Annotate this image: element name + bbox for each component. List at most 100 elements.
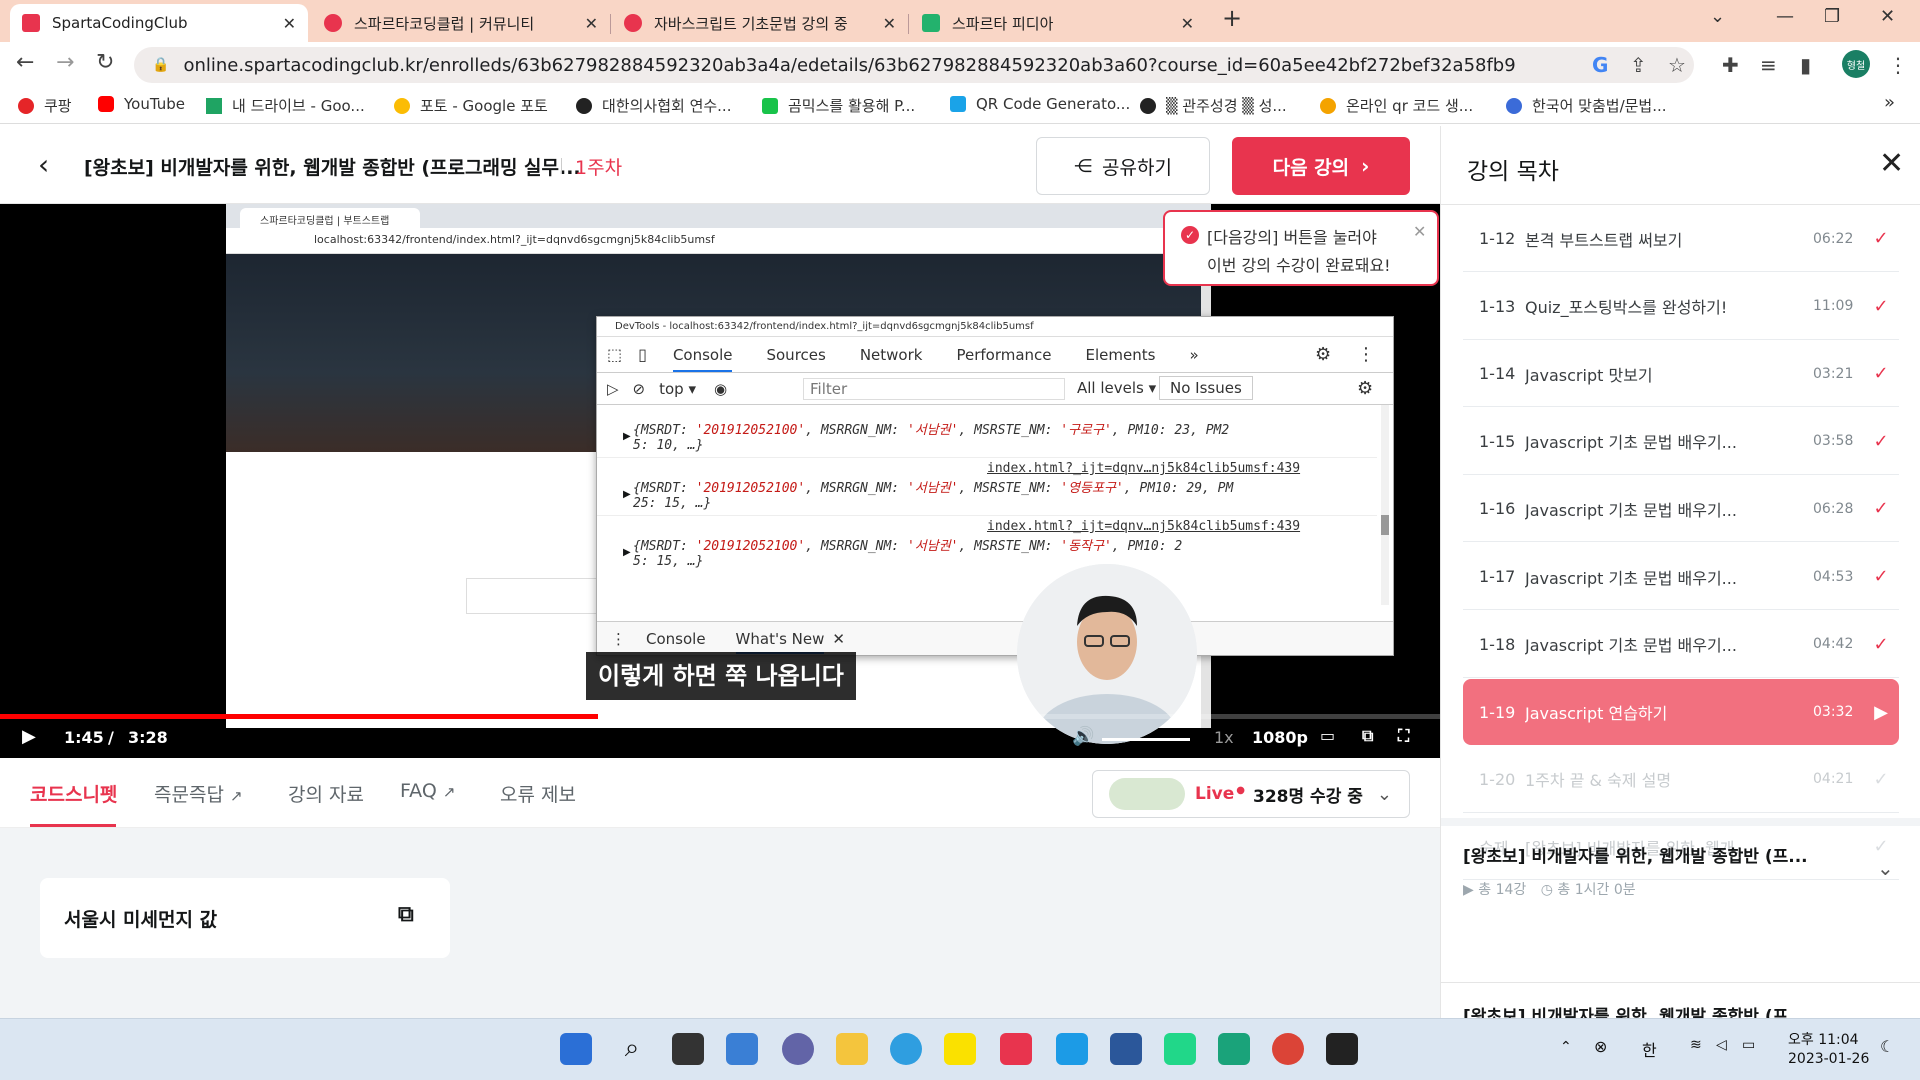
video-player[interactable]: 스파르타코딩클럽 | 부트스트랩 localhost:63342/fronten… (0, 204, 1440, 758)
pycharm-edu-icon[interactable] (1164, 1033, 1196, 1065)
recorded-browser-tabs: 스파르타코딩클럽 | 부트스트랩 (226, 204, 1211, 228)
teams-chat-icon[interactable] (782, 1033, 814, 1065)
browser-tab-spartacodingclub[interactable]: SpartaCodingClub ✕ (10, 4, 308, 42)
reload-icon[interactable]: ↻ (96, 50, 114, 75)
tab-error-report[interactable]: 오류 제보 (500, 780, 576, 807)
tray-app-icon[interactable]: ⊗ (1594, 1037, 1607, 1056)
ime-indicator[interactable]: 한 (1642, 1037, 1657, 1061)
task-view-icon[interactable] (672, 1033, 704, 1065)
tab-code-snippet[interactable]: 코드스니펫 (30, 780, 117, 807)
chrome-menu-icon[interactable]: ⋮ (1888, 53, 1908, 77)
lesson-item[interactable]: 1-20 1주차 끝 & 숙제 설명 04:21 ✓ (1463, 747, 1899, 813)
tab-qna[interactable]: 즉문즉답 ↗ (154, 780, 243, 807)
lesson-item[interactable]: 1-18 Javascript 기초 문법 배우기... 04:42 ✓ (1463, 612, 1899, 678)
lesson-item[interactable]: 1-15 Javascript 기초 문법 배우기... 03:58 ✓ (1463, 409, 1899, 475)
restore-button[interactable]: ❐ (1824, 6, 1840, 27)
close-tab-icon[interactable]: ✕ (1181, 14, 1194, 33)
side-panel-icon[interactable]: ▮ (1800, 53, 1811, 77)
back-arrow-icon[interactable]: ← (16, 50, 34, 75)
bookmark-star-icon[interactable]: ☆ (1668, 53, 1686, 77)
browser-tab-community[interactable]: 스파르타코딩클럽 | 커뮤니티 ✕ (312, 4, 610, 42)
bookmark-item[interactable]: 대한의사협회 연수... (576, 95, 731, 116)
bookmark-item[interactable]: 온라인 qr 코드 생... (1320, 95, 1473, 116)
picture-in-picture-icon[interactable]: ⧉ (1362, 726, 1373, 746)
pycharm-icon[interactable] (1326, 1033, 1358, 1065)
bookmark-item[interactable]: 한국어 맞춤법/문법... (1506, 95, 1667, 116)
progress-bar[interactable] (0, 714, 1440, 719)
google-translate-icon[interactable]: G (1592, 53, 1608, 77)
lesson-item[interactable]: 1-19 Javascript 연습하기 03:32 ▶ (1463, 679, 1899, 746)
word-icon[interactable] (1110, 1033, 1142, 1065)
lesson-item[interactable]: 1-12 본격 부트스트랩 써보기 06:22 ✓ (1463, 206, 1899, 272)
bookmark-item[interactable]: QR Code Generato... (950, 95, 1130, 113)
google-photos-icon (394, 97, 410, 114)
tab-materials[interactable]: 강의 자료 (288, 780, 364, 807)
play-icon[interactable]: ▶ (22, 726, 36, 747)
bookmark-item[interactable]: 곰믹스를 활용해 P... (762, 95, 915, 116)
speaker-icon[interactable]: ◁ (1716, 1037, 1727, 1053)
bookmark-item[interactable]: 쿠팡 (18, 95, 72, 116)
quality-selector[interactable]: 1080p (1252, 728, 1308, 747)
tray-overflow-chevron[interactable]: ⌃ (1560, 1039, 1572, 1055)
tab-search-icon[interactable]: ⌄ (1710, 6, 1725, 27)
chrome-icon[interactable] (1272, 1033, 1304, 1065)
close-notice-icon[interactable]: ✕ (1413, 222, 1426, 241)
share-icon[interactable]: ⇪ (1630, 53, 1647, 77)
live-viewers-dropdown[interactable]: Live ● 328명 수강 중 ⌄ (1092, 770, 1410, 818)
browser-tab-js-lecture[interactable]: 자바스크립트 기초문법 강의 중 ✕ (612, 4, 908, 42)
browser-tab-pedia[interactable]: 스파르타 피디아 ✕ (910, 4, 1206, 42)
extensions-puzzle-icon[interactable]: ✚ (1722, 53, 1739, 77)
volume-slider[interactable] (1102, 738, 1190, 741)
close-tab-icon[interactable]: ✕ (283, 14, 296, 33)
youtube-icon (98, 96, 114, 112)
log-text: , PM10: 23, PM2 (1111, 423, 1230, 438)
file-explorer-icon[interactable] (836, 1033, 868, 1065)
lesson-item[interactable]: 1-16 Javascript 기초 문법 배우기... 06:28 ✓ (1463, 476, 1899, 543)
clock-time[interactable]: 오후 11:04 (1788, 1029, 1859, 1049)
forward-arrow-icon[interactable]: → (56, 50, 74, 75)
wifi-icon[interactable]: ≋ (1690, 1037, 1702, 1053)
clock-date[interactable]: 2023-01-26 (1788, 1051, 1869, 1067)
snippet-card[interactable]: 서울시 미세먼지 값 ⧉ (40, 878, 450, 958)
address-bar[interactable]: 🔒 online.spartacodingclub.kr/enrolleds/6… (134, 47, 1694, 83)
share-button[interactable]: ⋲ 공유하기 (1036, 137, 1210, 195)
google-drive-icon (206, 97, 222, 114)
moon-icon[interactable]: ☾ (1880, 1037, 1894, 1056)
course-card[interactable]: [왕초보] 비개발자를 위한, 웹개발 종합반 (프... ▶ 총 14강 ◷ … (1463, 842, 1899, 899)
volume-icon[interactable]: 🔊 (1072, 726, 1094, 747)
kakaotalk-icon[interactable] (944, 1033, 976, 1065)
clear-console-icon: ⊘ (632, 379, 646, 398)
bookmark-item[interactable]: ▒ 관주성경 ▒ 성... (1140, 95, 1287, 116)
new-tab-button[interactable]: + (1222, 4, 1242, 32)
copy-icon[interactable]: ⧉ (398, 902, 414, 927)
bookmark-item[interactable]: YouTube (98, 95, 185, 113)
close-toc-icon[interactable]: ✕ (1879, 146, 1904, 181)
tab-faq[interactable]: FAQ ↗ (400, 780, 455, 802)
edge-icon[interactable] (890, 1033, 922, 1065)
bookmark-item[interactable]: 내 드라이브 - Goo... (206, 95, 365, 116)
bookmark-item[interactable]: 포토 - Google 포토 (394, 95, 548, 116)
captions-icon[interactable]: ▭ (1320, 726, 1335, 745)
windows-start-icon[interactable] (560, 1033, 592, 1065)
profile-avatar[interactable]: 형철 (1842, 50, 1870, 78)
media-control-icon[interactable]: ≡ (1760, 53, 1777, 77)
phone-link-icon[interactable] (1056, 1033, 1088, 1065)
next-course-card-title[interactable]: [왕초보] 비개발자를 위한, 웹개발 종합반 (프... (1463, 1002, 1808, 1018)
playback-speed[interactable]: 1x (1214, 728, 1234, 747)
more-bookmarks-chevron[interactable]: » (1884, 92, 1895, 113)
next-lecture-button[interactable]: 다음 강의 › (1232, 137, 1410, 195)
lesson-item[interactable]: 1-13 Quiz_포스팅박스를 완성하기! 11:09 ✓ (1463, 274, 1899, 340)
minimize-button[interactable]: — (1776, 6, 1794, 27)
back-chevron-icon[interactable]: ‹ (38, 148, 49, 181)
lesson-item[interactable]: 1-14 Javascript 맛보기 03:21 ✓ (1463, 341, 1899, 408)
widgets-icon[interactable] (726, 1033, 758, 1065)
lesson-item[interactable]: 1-17 Javascript 기초 문법 배우기... 04:53 ✓ (1463, 544, 1899, 610)
close-tab-icon[interactable]: ✕ (585, 14, 598, 33)
fullscreen-icon[interactable]: ⛶ (1398, 726, 1409, 746)
search-icon[interactable]: ⌕ (616, 1033, 648, 1065)
close-tab-icon[interactable]: ✕ (883, 14, 896, 33)
close-window-button[interactable]: ✕ (1880, 6, 1895, 27)
pdf-icon[interactable] (1000, 1033, 1032, 1065)
app-icon[interactable] (1218, 1033, 1250, 1065)
battery-icon[interactable]: ▭ (1742, 1037, 1755, 1053)
